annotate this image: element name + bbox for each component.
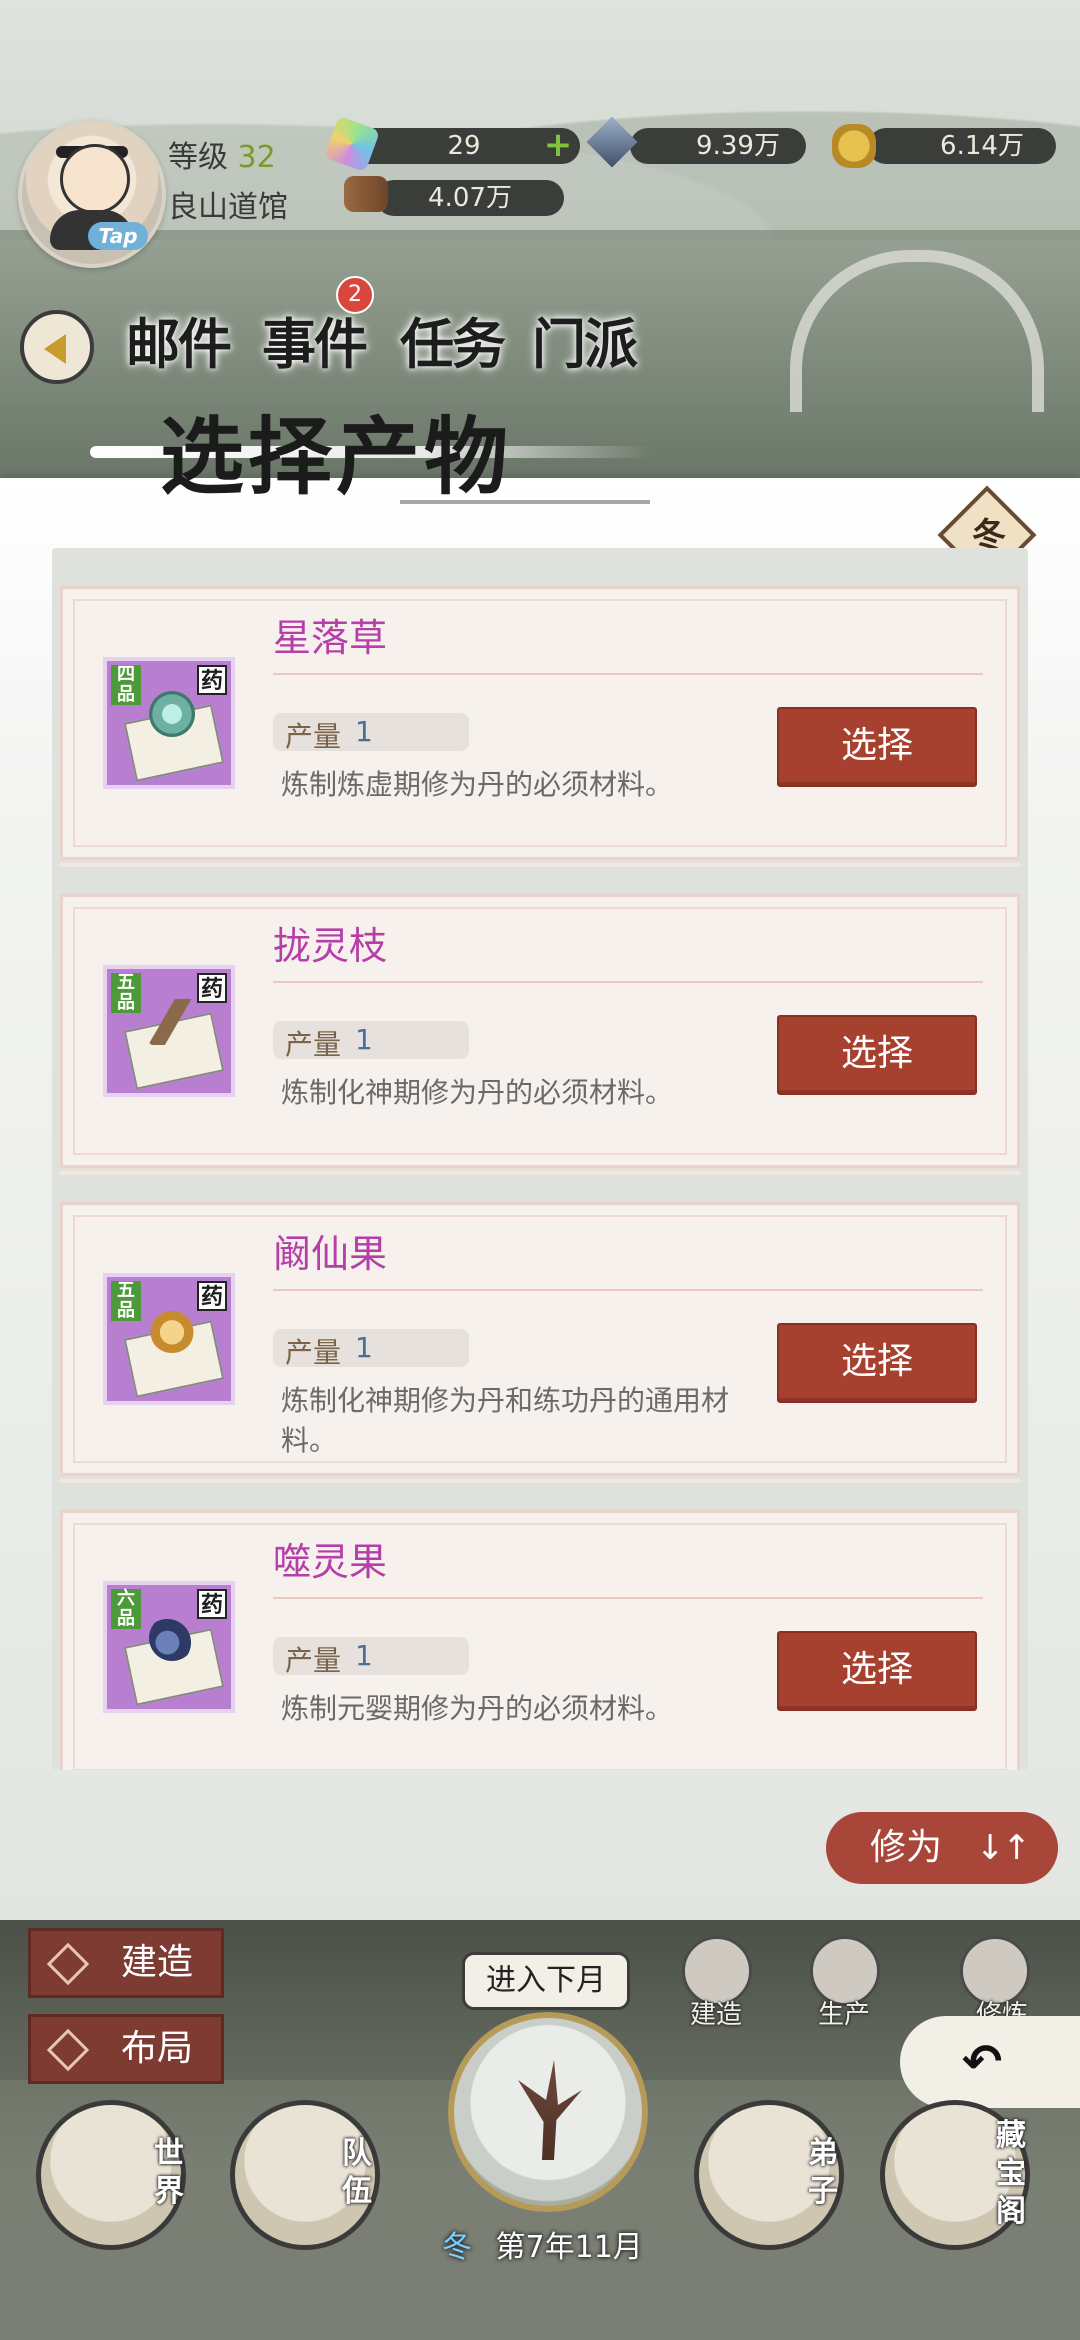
grade-tag: 四品 — [111, 665, 141, 705]
panel-title: 选择产物 — [160, 407, 513, 506]
quantity-value: 1 — [355, 1639, 373, 1672]
item-name: 星落草 — [273, 616, 388, 660]
product-card: 六品 药 噬灵果 产量 1 炼制元婴期修为丹的必须材料。 选择 — [60, 1510, 1020, 1770]
quantity-label: 产量 — [285, 1336, 342, 1369]
tab-mail[interactable]: 邮件 — [126, 300, 232, 376]
layout-label: 布局 — [121, 2028, 194, 2069]
medicine-tag: 药 — [197, 973, 227, 1003]
product-card: 四品 药 星落草 产量 1 炼制炼虚期修为丹的必须材料。 选择 — [60, 586, 1020, 860]
build-side-button[interactable]: 建造 — [28, 1928, 224, 1998]
gold-value: 6.14万 — [940, 131, 1024, 161]
sort-button[interactable]: 修为 ↓↑ — [826, 1812, 1058, 1884]
quantity-value: 1 — [355, 1331, 373, 1364]
item-icon-tile: 五品 药 — [103, 1273, 235, 1405]
season-label: 冬 — [442, 2230, 472, 2265]
branch-icon — [149, 999, 195, 1045]
wood-icon — [344, 176, 388, 212]
nav-team-label: 队伍 — [342, 2136, 372, 2209]
production-label: 生产 — [818, 2000, 871, 2030]
item-description: 炼制元婴期修为丹的必须材料。 — [281, 1692, 674, 1725]
product-card: 五品 药 阚仙果 产量 1 炼制化神期修为丹和练功丹的通用材料。 选择 — [60, 1202, 1020, 1476]
medicine-tag: 药 — [197, 1281, 227, 1311]
grade-tag: 五品 — [111, 1281, 141, 1321]
level-label: 等级 32 — [168, 132, 276, 176]
title-underline — [400, 500, 650, 504]
item-description: 炼制炼虚期修为丹的必须材料。 — [281, 768, 674, 801]
quantity-box: 产量 1 — [273, 1021, 469, 1061]
level-text: 等级 — [168, 140, 228, 175]
collapse-button[interactable]: ↶ — [900, 2016, 1080, 2108]
select-button[interactable]: 选择 — [777, 1631, 977, 1711]
return-arrow-icon: ↶ — [962, 2034, 1003, 2090]
sort-label: 修为 — [870, 1827, 943, 1868]
gems-bar: 29 + — [348, 128, 580, 164]
quantity-value: 1 — [355, 1023, 373, 1056]
select-button[interactable]: 选择 — [777, 707, 977, 787]
grade-tag: 六品 — [111, 1589, 141, 1629]
crystals-bar: 9.39万 — [630, 128, 806, 164]
nav-world-label: 世界 — [154, 2136, 184, 2209]
item-icon-tile: 五品 药 — [103, 965, 235, 1097]
item-name: 拢灵枝 — [273, 924, 388, 968]
quantity-label: 产量 — [285, 720, 342, 753]
product-list[interactable]: 四品 药 星落草 产量 1 炼制炼虚期修为丹的必须材料。 选择 五品 药 拢灵枝… — [52, 548, 1028, 1770]
select-button[interactable]: 选择 — [777, 1015, 977, 1095]
date-label: 第7年11月 — [495, 2230, 643, 2265]
next-month-button[interactable]: 进入下月 — [462, 1952, 630, 2010]
quantity-box: 产量 1 — [273, 713, 469, 753]
gold-icon — [832, 124, 876, 168]
nav-world[interactable]: 世界 — [36, 2100, 186, 2250]
divider — [273, 1597, 983, 1599]
level-value: 32 — [237, 140, 276, 175]
sort-arrows-icon: ↓↑ — [976, 1828, 1031, 1868]
item-name: 阚仙果 — [273, 1232, 388, 1276]
crystals-value: 9.39万 — [696, 131, 780, 161]
product-card: 五品 药 拢灵枝 产量 1 炼制化神期修为丹的必须材料。 选择 — [60, 894, 1020, 1168]
herb-icon — [149, 691, 195, 737]
layout-side-button[interactable]: 布局 — [28, 2014, 224, 2084]
item-description: 炼制化神期修为丹的必须材料。 — [281, 1076, 674, 1109]
build-round-label: 建造 — [690, 2000, 743, 2030]
nav-disciple[interactable]: 弟子 — [694, 2100, 844, 2250]
gold-bar: 6.14万 — [868, 128, 1056, 164]
tap-label[interactable]: Tap — [88, 222, 148, 250]
events-badge: 2 — [336, 276, 374, 314]
grade-tag: 五品 — [111, 973, 141, 1013]
avatar-face — [60, 144, 130, 214]
select-button[interactable]: 选择 — [777, 1323, 977, 1403]
nav-team[interactable]: 队伍 — [230, 2100, 380, 2250]
wood-value: 4.07万 — [428, 183, 512, 213]
quantity-value: 1 — [355, 715, 373, 748]
fruit-icon — [149, 1307, 195, 1353]
medicine-tag: 药 — [197, 1589, 227, 1619]
divider — [273, 673, 983, 675]
tab-sect[interactable]: 门派 — [532, 300, 638, 376]
item-description: 炼制化神期修为丹和练功丹的通用材料。 — [281, 1384, 730, 1457]
layout-icon — [46, 2028, 90, 2072]
nav-disciple-label: 弟子 — [808, 2136, 838, 2209]
item-icon-tile: 六品 药 — [103, 1581, 235, 1713]
guild-name: 良山道馆 — [168, 190, 288, 225]
nav-treasure-label: 藏宝阁 — [996, 2118, 1026, 2229]
add-gems-button[interactable]: + — [542, 128, 574, 162]
wood-bar: 4.07万 — [376, 180, 564, 216]
divider — [273, 1289, 983, 1291]
date-display: 冬 第7年11月 — [442, 2222, 643, 2266]
medicine-tag: 药 — [197, 665, 227, 695]
nav-treasure[interactable]: 藏宝阁 — [880, 2100, 1030, 2250]
quantity-box: 产量 1 — [273, 1637, 469, 1677]
build-icon — [46, 1942, 90, 1986]
item-icon-tile: 四品 药 — [103, 657, 235, 789]
item-name: 噬灵果 — [273, 1540, 388, 1584]
build-label: 建造 — [121, 1942, 194, 1983]
back-button[interactable] — [20, 310, 94, 384]
fruit-icon — [149, 1615, 195, 1661]
divider — [273, 981, 983, 983]
tab-tasks[interactable]: 任务 — [400, 300, 506, 376]
quantity-box: 产量 1 — [273, 1329, 469, 1369]
quantity-label: 产量 — [285, 1028, 342, 1061]
quantity-label: 产量 — [285, 1644, 342, 1677]
